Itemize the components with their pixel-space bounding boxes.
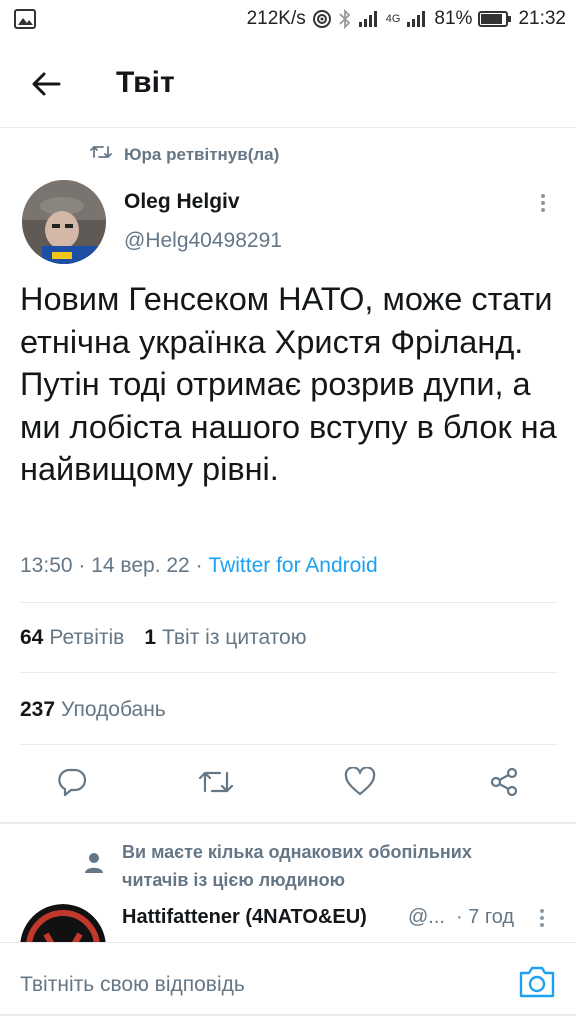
clock: 21:32 <box>518 8 566 29</box>
battery-percent: 81% <box>434 8 473 29</box>
app-header: Твіт <box>0 38 576 128</box>
gallery-notification-icon <box>14 9 36 29</box>
quotes-label: Твіт із цитатою <box>162 626 307 649</box>
more-options-icon[interactable] <box>530 190 556 216</box>
back-arrow-icon[interactable] <box>30 68 62 100</box>
author-avatar[interactable] <box>22 180 106 264</box>
author-handle[interactable]: @Helg40498291 <box>124 229 282 253</box>
retweet-small-icon <box>90 144 112 165</box>
likes-stats: 237 Уподобань <box>20 698 166 722</box>
signal-icon-2 <box>406 10 428 28</box>
likes-label: Уподобань <box>61 698 166 721</box>
status-bar: 212K/s 4G 81% 21:32 <box>0 0 576 38</box>
meta-separator-2: · <box>189 554 209 577</box>
reply-more-options-icon[interactable] <box>532 906 552 930</box>
meta-separator-1: · <box>72 554 92 577</box>
person-icon <box>84 852 104 879</box>
retweeted-by-label: Юра ретвітнув(ла) <box>124 144 280 164</box>
likes-count: 237 <box>20 698 56 721</box>
reply-composer: Твітніть свою відповідь <box>0 942 576 1024</box>
retweet-icon[interactable] <box>196 760 236 804</box>
signal-icon <box>358 10 380 28</box>
network-type: 4G <box>385 13 401 25</box>
quotes-stat[interactable]: 1 Твіт із цитатою <box>144 626 306 650</box>
bottom-edge <box>0 1014 576 1016</box>
tweet-time: 13:50 <box>20 554 73 577</box>
camera-icon[interactable] <box>518 965 558 1001</box>
retweets-label: Ретвітів <box>49 626 125 649</box>
retweets-stat[interactable]: 64 Ретвітів <box>20 626 124 650</box>
hotspot-icon <box>312 9 332 29</box>
tweet-date: 14 вер. 22 <box>91 554 190 577</box>
tweet-text: Новим Генсеком НАТО, може стати етнічна … <box>20 281 557 487</box>
like-icon[interactable] <box>340 760 380 804</box>
action-bar <box>0 760 576 806</box>
retweets-count: 64 <box>20 626 44 649</box>
retweet-context[interactable]: Юра ретвітнув(ла) <box>90 144 279 165</box>
divider <box>20 744 558 745</box>
quotes-count: 1 <box>144 626 156 649</box>
share-icon[interactable] <box>484 760 524 804</box>
reply-author-name[interactable]: Hattifattener (4NATO&EU) <box>122 906 367 929</box>
likes-stat[interactable]: 237 Уподобань <box>20 698 166 722</box>
tweet-meta: 13:50 · 14 вер. 22 · Twitter for Android <box>20 554 378 578</box>
section-divider <box>0 822 576 824</box>
divider <box>20 672 558 673</box>
retweet-stats: 64 Ретвітів 1 Твіт із цитатою <box>20 626 306 650</box>
reply-input[interactable]: Твітніть свою відповідь <box>20 973 245 997</box>
mutual-followers-notice: Ви маєте кілька однакових обопільних чит… <box>122 842 472 890</box>
divider <box>20 602 558 603</box>
tweet-source-link[interactable]: Twitter for Android <box>208 554 377 577</box>
battery-icon <box>478 10 512 28</box>
reply-author-handle[interactable]: @... <box>408 906 445 929</box>
network-speed: 212K/s <box>246 8 306 29</box>
author-name[interactable]: Oleg Helgiv <box>124 190 240 214</box>
page-title: Твіт <box>116 66 175 99</box>
reply-time: · 7 год <box>456 906 515 928</box>
bluetooth-icon <box>338 9 352 29</box>
reply-icon[interactable] <box>52 760 92 804</box>
